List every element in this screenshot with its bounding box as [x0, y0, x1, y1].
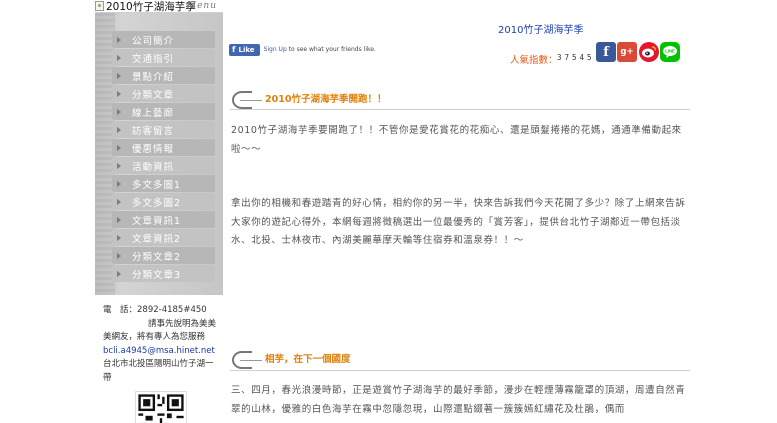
menu-script-logo: Menu — [186, 1, 217, 11]
site-title-link[interactable]: 2010竹子湖海芋季 — [498, 21, 583, 36]
banner: 2010竹子湖海芋季 Menu — [95, 0, 223, 13]
facebook-signup-text: to see what your friends like. — [286, 46, 376, 53]
menu-item-category-3[interactable]: 分類文章3 — [112, 265, 215, 282]
menu-item-online-gallery[interactable]: 線上藝廊 — [112, 103, 215, 120]
post-paragraph: 拿出你的相機和春遊踏青的好心情，相約你的另一半，快來告訴我們今天花開了多少？除了… — [231, 198, 686, 247]
weibo-eye-icon — [642, 46, 657, 58]
contact-info: 電 話：2892-4185#450 請事先說明為美美 美網友，將有專人為您服務 … — [103, 304, 221, 385]
arrow-right-icon — [117, 162, 121, 169]
divider — [230, 109, 690, 110]
contact-email-link[interactable]: bcli.a4945@msa.hinet.net — [103, 345, 221, 359]
menu-item-attractions[interactable]: 景點介紹 — [112, 67, 215, 84]
swoosh-logo-icon — [230, 347, 262, 369]
arrow-right-icon — [117, 126, 121, 133]
like-label: Like — [238, 45, 255, 54]
weibo-icon[interactable] — [639, 42, 659, 62]
swoosh-logo-icon — [230, 87, 262, 109]
line-icon[interactable]: LINE — [660, 42, 680, 62]
svg-text:LINE: LINE — [665, 49, 675, 54]
menu-item-company-intro[interactable]: 公司簡介 — [112, 31, 215, 48]
arrow-right-icon — [117, 234, 121, 241]
menu-item-multi-1[interactable]: 多文多圖1 — [112, 175, 215, 192]
facebook-like-widget: f Like Sign Up to see what your friends … — [229, 43, 376, 56]
menu-panel: 公司簡介 交通指引 景點介紹 分類文章 線上藝廊 訪客留言 優惠情報 活動資訊 … — [95, 13, 223, 295]
facebook-like-text: Sign Up to see what your friends like. — [264, 46, 376, 53]
banner-image: 2010竹子湖海芋季 — [95, 0, 196, 13]
menu-item-article-info-1[interactable]: 文章資訊1 — [112, 211, 215, 228]
arrow-right-icon — [117, 180, 121, 187]
divider — [230, 370, 690, 371]
line-bubble-icon: LINE — [663, 46, 677, 58]
arrow-right-icon — [117, 54, 121, 61]
contact-phone: 電 話：2892-4185#450 — [103, 305, 207, 315]
banner-alt-text: 2010竹子湖海芋季 — [106, 0, 196, 13]
post-header: 2010竹子湖海芋季開跑！！ — [230, 87, 386, 109]
menu-item-guestbook[interactable]: 訪客留言 — [112, 121, 215, 138]
menu-item-category-articles[interactable]: 分類文章 — [112, 85, 215, 102]
arrow-right-icon — [117, 90, 121, 97]
arrow-right-icon — [117, 198, 121, 205]
broken-image-icon — [95, 1, 104, 11]
post-title-link[interactable]: 2010竹子湖海芋季開跑！！ — [265, 91, 386, 105]
post-paragraph: 三、四月，春光浪漫時節，正是遊賞竹子湖海芋的最好季節，漫步在輕煙薄霧籠罩的頂湖，… — [231, 385, 686, 415]
facebook-signup-link[interactable]: Sign Up — [264, 46, 287, 53]
qr-code-icon — [135, 391, 187, 423]
popularity-count: 37545 — [557, 53, 595, 62]
menu-item-traffic-guide[interactable]: 交通指引 — [112, 49, 215, 66]
post-paragraph: 2010竹子湖海芋季要開跑了！！不管你是愛花賞花的花痴心、還是頭髮捲捲的花媽，通… — [231, 125, 682, 155]
arrow-right-icon — [117, 144, 121, 151]
facebook-like-button[interactable]: f Like — [229, 43, 260, 56]
contact-note-2: 美網友，將有專人為您服務 — [103, 332, 206, 342]
contact-address-2: 帶 — [103, 372, 112, 383]
arrow-right-icon — [117, 216, 121, 223]
post-title-link[interactable]: 相芋，在下一個國度 — [265, 351, 351, 365]
menu-item-deals[interactable]: 優惠情報 — [112, 139, 215, 156]
popularity-label: 人氣指數： — [510, 55, 558, 66]
thumbs-up-icon: f — [232, 45, 236, 54]
arrow-right-icon — [117, 108, 121, 115]
menu-item-multi-2[interactable]: 多文多圖2 — [112, 193, 215, 210]
google-plus-icon[interactable]: g+ — [617, 42, 637, 62]
contact-address: 台北市北投區陽明山竹子湖一 — [103, 359, 214, 369]
menu-item-article-info-2[interactable]: 文章資訊2 — [112, 229, 215, 246]
menu-item-category-2[interactable]: 分類文章2 — [112, 247, 215, 264]
contact-note: 請事先說明為美美 — [148, 318, 217, 329]
arrow-right-icon — [117, 72, 121, 79]
arrow-right-icon — [117, 270, 121, 277]
facebook-icon[interactable]: f — [596, 42, 616, 62]
post-header: 相芋，在下一個國度 — [230, 347, 351, 369]
sidebar: 2010竹子湖海芋季 Menu 公司簡介 交通指引 景點介紹 分類文章 線上藝廊… — [95, 0, 223, 423]
arrow-right-icon — [117, 36, 121, 43]
arrow-right-icon — [117, 252, 121, 259]
menu-item-events[interactable]: 活動資訊 — [112, 157, 215, 174]
